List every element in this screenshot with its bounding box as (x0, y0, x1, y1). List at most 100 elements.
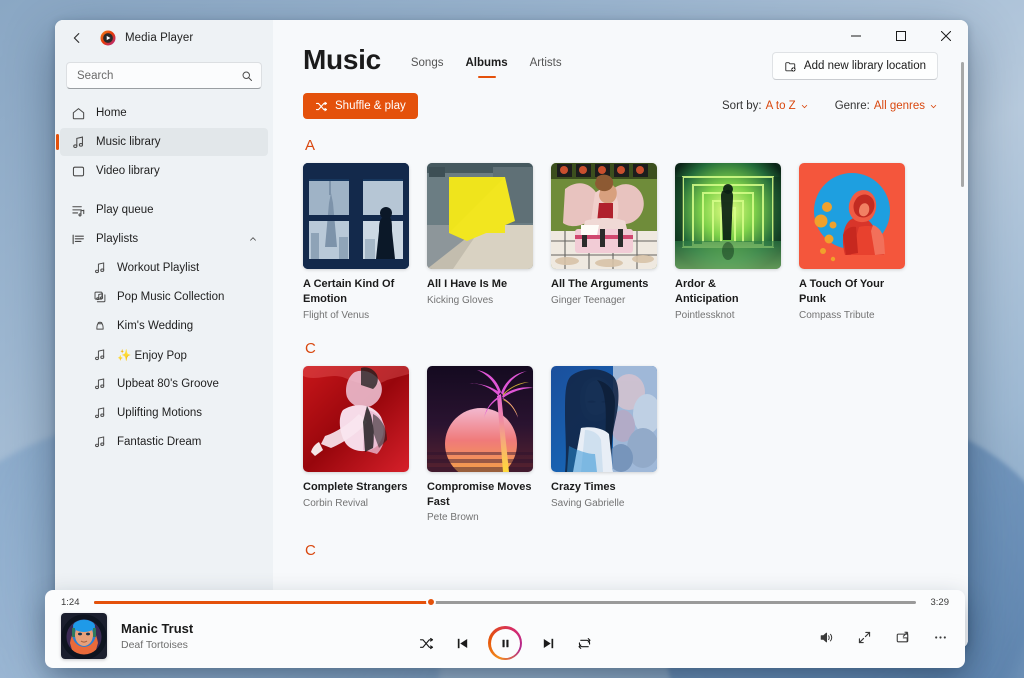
library-tabs: Songs Albums Artists (411, 46, 562, 78)
tab-songs[interactable]: Songs (411, 57, 444, 78)
music-note-icon (93, 348, 107, 362)
wedding-bell-icon (93, 319, 107, 333)
sidebar-playlist-enjoy-pop[interactable]: ✨ Enjoy Pop (60, 341, 268, 369)
album-card[interactable]: A Certain Kind Of Emotion Flight of Venu… (303, 163, 409, 322)
library-toolbar: Shuffle & play Sort by: A to Z Genre: Al… (303, 93, 938, 119)
sidebar-playlist-label: ✨ Enjoy Pop (117, 350, 187, 362)
transport-controls (416, 626, 594, 660)
album-artist: Saving Gabrielle (551, 497, 625, 509)
sidebar-playlist-kims-wedding[interactable]: Kim's Wedding (60, 312, 268, 340)
sort-by-dropdown[interactable]: Sort by: A to Z (722, 100, 809, 112)
section-letter-c-next: C (305, 542, 316, 560)
album-title: All I Have Is Me (427, 278, 508, 290)
album-artist: Ginger Teenager (551, 294, 626, 306)
album-grid-a: A Certain Kind Of Emotion Flight of Venu… (303, 163, 938, 322)
progress-row: 1:24 3:29 (45, 590, 965, 614)
back-button[interactable] (63, 24, 91, 52)
vertical-scrollbar[interactable] (961, 62, 964, 187)
close-button[interactable] (923, 20, 968, 52)
sidebar-playlist-fantastic-dream[interactable]: Fantastic Dream (60, 428, 268, 456)
seek-handle[interactable] (426, 597, 437, 607)
app-logo-icon (100, 30, 116, 46)
chevron-up-icon[interactable] (248, 234, 258, 244)
genre-dropdown[interactable]: Genre: All genres (835, 100, 938, 112)
album-artist: Pete Brown (427, 512, 479, 524)
sidebar-item-playlists[interactable]: Playlists (60, 225, 268, 253)
more-icon[interactable] (931, 628, 949, 646)
search-box[interactable] (66, 62, 262, 89)
sidebar-titlebar: Media Player (55, 20, 273, 56)
album-title: All The Arguments (551, 278, 649, 290)
sidebar-item-label: Music library (96, 136, 161, 148)
play-queue-icon (71, 203, 86, 218)
music-note-icon (93, 377, 107, 391)
miniplayer-icon[interactable] (893, 628, 911, 646)
sidebar-item-play-queue[interactable]: Play queue (60, 196, 268, 224)
album-title: A Touch Of Your Punk (799, 278, 885, 305)
search-input[interactable] (77, 69, 235, 82)
library-scroll-area[interactable]: Music Songs Albums Artists Add new libra… (273, 20, 968, 648)
album-art-pink-room-portrait (551, 163, 657, 269)
music-note-icon (93, 406, 107, 420)
pause-button[interactable] (488, 626, 522, 660)
album-artist: Corbin Revival (303, 497, 369, 509)
album-card[interactable]: Crazy Times Saving Gabrielle (551, 365, 657, 525)
section-letter-c: C (305, 339, 316, 357)
add-library-location-button[interactable]: Add new library location (771, 52, 938, 80)
app-title: Media Player (125, 32, 194, 44)
sidebar-item-home[interactable]: Home (60, 99, 268, 127)
home-icon (71, 106, 86, 121)
previous-icon[interactable] (452, 633, 472, 653)
fullscreen-icon[interactable] (855, 628, 873, 646)
duration-time: 3:29 (930, 596, 950, 608)
album-card[interactable]: All The Arguments Ginger Teenager (551, 163, 657, 322)
sidebar-playlist-uplifting-motions[interactable]: Uplifting Motions (60, 399, 268, 427)
sidebar-playlist-label: Kim's Wedding (117, 320, 194, 332)
sidebar-playlist-workout-playlist[interactable]: Workout Playlist (60, 254, 268, 282)
album-card[interactable]: Complete Strangers Corbin Revival (303, 365, 409, 525)
maximize-button[interactable] (878, 20, 923, 52)
pause-icon (501, 639, 509, 647)
tab-artists[interactable]: Artists (530, 57, 562, 78)
shuffle-icon[interactable] (416, 633, 436, 653)
album-card[interactable]: Ardor & Anticipation Pointlessknot (675, 163, 781, 322)
repeat-icon[interactable] (574, 633, 594, 653)
album-title: A Certain Kind Of Emotion (303, 278, 395, 305)
album-artist: Flight of Venus (303, 309, 370, 321)
player-bar: 1:24 3:29 Manic Trust Deaf Tortoises (45, 590, 965, 668)
search-container (55, 56, 273, 99)
pause-button-inner (490, 628, 520, 658)
album-card[interactable]: A Touch Of Your Punk Compass Tribute (799, 163, 905, 322)
window-controls (833, 20, 968, 52)
album-artist: Pointlessknot (675, 309, 735, 321)
album-title: Complete Strangers (303, 480, 408, 493)
sidebar-playlist-label: Pop Music Collection (117, 291, 225, 303)
music-collection-icon (93, 290, 107, 304)
now-playing-meta: Manic Trust Deaf Tortoises (121, 621, 193, 651)
volume-icon[interactable] (817, 628, 835, 646)
album-art-synthwave-palm-sunset (427, 365, 533, 472)
minimize-button[interactable] (833, 20, 878, 52)
shuffle-and-play-button[interactable]: Shuffle & play (303, 93, 418, 119)
now-playing-album-art[interactable] (61, 613, 107, 659)
album-art-blue-portrait (551, 365, 657, 472)
seek-slider[interactable] (94, 597, 916, 607)
sidebar-playlist-pop-music-collection[interactable]: Pop Music Collection (60, 283, 268, 311)
album-grid-c: Complete Strangers Corbin Revival Compro… (303, 365, 938, 525)
sidebar-item-music-library[interactable]: Music library (56, 128, 268, 156)
sidebar-playlist-upbeat-80s-groove[interactable]: Upbeat 80's Groove (60, 370, 268, 398)
album-art-concrete-yellow-block (427, 163, 533, 269)
chevron-down-icon (930, 104, 937, 108)
album-card[interactable]: Compromise Moves Fast Pete Brown (427, 365, 533, 525)
genre-label: Genre: (834, 100, 870, 112)
search-icon (242, 71, 252, 81)
add-folder-icon (785, 61, 796, 72)
next-icon[interactable] (538, 633, 558, 653)
sidebar-item-video-library[interactable]: Video library (60, 157, 268, 185)
album-card[interactable]: All I Have Is Me Kicking Gloves (427, 163, 533, 322)
seek-progress-fill (94, 600, 432, 604)
tab-albums[interactable]: Albums (465, 57, 507, 78)
album-artist: Kicking Gloves (427, 294, 494, 306)
add-library-location-label: Add new library location (803, 60, 926, 72)
